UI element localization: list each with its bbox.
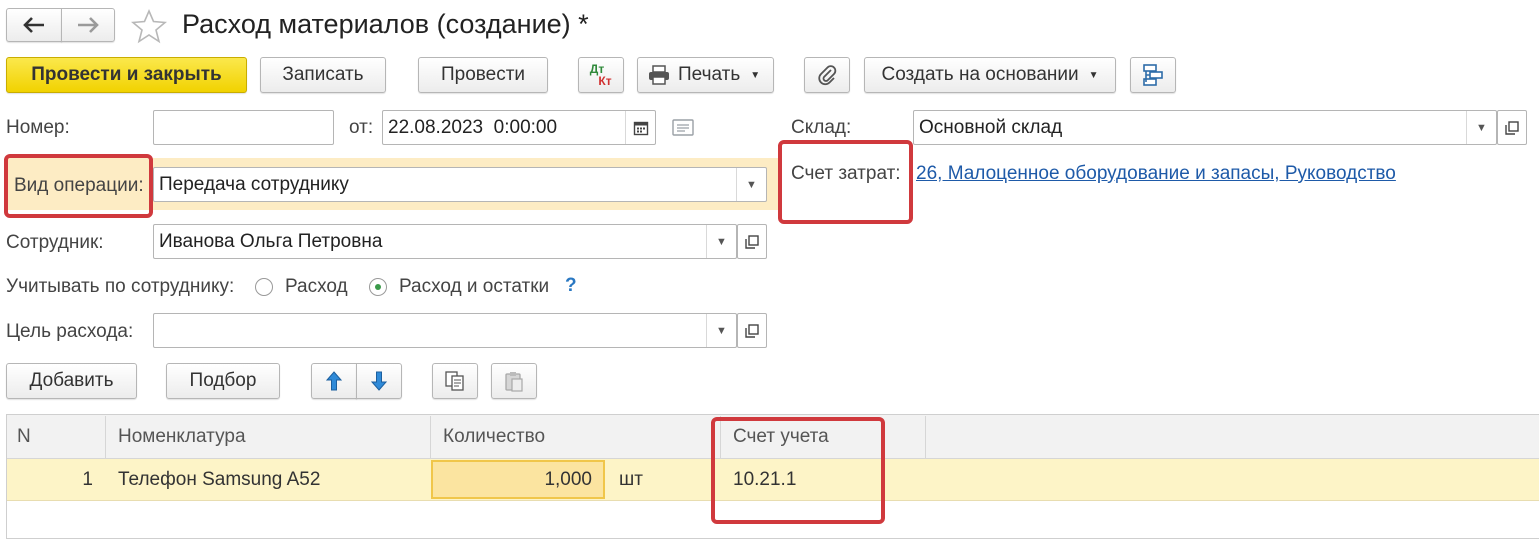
cell-unit: шт bbox=[619, 468, 643, 490]
pick-button[interactable]: Подбор bbox=[166, 363, 280, 399]
radio-expense-label[interactable]: Расход bbox=[285, 276, 348, 298]
window-title: Расход материалов (создание) * bbox=[182, 9, 589, 39]
date-value: 22.08.2023 0:00:00 bbox=[388, 116, 558, 138]
employee-label: Сотрудник: bbox=[6, 232, 104, 253]
add-row-button[interactable]: Добавить bbox=[6, 363, 137, 399]
structure-button[interactable] bbox=[1130, 57, 1176, 93]
purpose-select[interactable]: ▼ bbox=[153, 313, 737, 348]
post-and-close-button[interactable]: Провести и закрыть bbox=[6, 57, 247, 93]
account-by-employee-label: Учитывать по сотруднику: bbox=[6, 276, 235, 297]
chevron-down-icon[interactable]: ▼ bbox=[706, 225, 736, 258]
post-button[interactable]: Провести bbox=[418, 57, 548, 93]
arrow-right-icon bbox=[78, 17, 99, 33]
help-icon[interactable]: ? bbox=[565, 275, 577, 297]
warehouse-open-button[interactable] bbox=[1497, 110, 1527, 145]
radio-expense-balance[interactable] bbox=[369, 278, 387, 296]
save-button[interactable]: Записать bbox=[260, 57, 386, 93]
cost-account-label: Счет затрат: bbox=[791, 163, 901, 184]
cell-item: Телефон Samsung A52 bbox=[118, 468, 321, 490]
chevron-down-icon: ▼ bbox=[1088, 69, 1099, 81]
dt-kt-icon-kt: Кт bbox=[598, 74, 612, 88]
column-header-account[interactable]: Счет учета bbox=[721, 416, 926, 458]
cell-account: 10.21.1 bbox=[733, 468, 797, 490]
cell-qty[interactable]: 1,000 bbox=[431, 460, 605, 499]
attach-button[interactable] bbox=[804, 57, 850, 93]
print-button[interactable]: Печать ▼ bbox=[637, 57, 774, 93]
column-header-item[interactable]: Номенклатура bbox=[106, 416, 431, 458]
employee-select[interactable]: Иванова Ольга Петровна ▼ bbox=[153, 224, 737, 259]
forward-button[interactable] bbox=[61, 8, 115, 42]
paste-button[interactable] bbox=[491, 363, 537, 399]
arrow-down-icon bbox=[371, 371, 387, 391]
dt-kt-button[interactable]: Дт Кт bbox=[578, 57, 624, 93]
number-label: Номер: bbox=[6, 117, 70, 138]
create-based-on-label: Создать на основании bbox=[881, 64, 1079, 85]
chevron-down-icon: ▼ bbox=[750, 69, 761, 81]
operation-select[interactable]: Передача сотруднику ▼ bbox=[153, 167, 767, 202]
operation-label: Вид операции: bbox=[14, 175, 144, 196]
chevron-down-icon[interactable]: ▼ bbox=[1466, 111, 1496, 144]
radio-expense-balance-label[interactable]: Расход и остатки bbox=[399, 276, 549, 298]
warehouse-select[interactable]: Основной склад ▼ bbox=[913, 110, 1497, 145]
move-down-button[interactable] bbox=[356, 363, 402, 399]
number-input[interactable] bbox=[153, 110, 334, 145]
chevron-down-icon[interactable]: ▼ bbox=[736, 168, 766, 201]
open-window-icon bbox=[1505, 120, 1519, 135]
radio-expense[interactable] bbox=[255, 278, 273, 296]
operation-value: Передача сотруднику bbox=[159, 173, 349, 195]
warehouse-label: Склад: bbox=[791, 117, 852, 138]
favorite-star-icon[interactable] bbox=[130, 8, 168, 44]
employee-value: Иванова Ольга Петровна bbox=[159, 230, 383, 252]
paperclip-icon bbox=[818, 65, 837, 86]
copy-button[interactable] bbox=[432, 363, 478, 399]
print-button-label: Печать bbox=[678, 64, 741, 85]
purpose-label: Цель расхода: bbox=[6, 321, 134, 342]
cost-account-link[interactable]: 26, Малоценное оборудование и запасы, Ру… bbox=[916, 163, 1396, 185]
column-header-n[interactable]: N bbox=[7, 416, 106, 458]
back-button[interactable] bbox=[6, 8, 62, 42]
purpose-open-button[interactable] bbox=[737, 313, 767, 348]
column-header-qty[interactable]: Количество bbox=[431, 416, 721, 458]
warehouse-value: Основной склад bbox=[919, 116, 1063, 138]
date-label: от: bbox=[349, 117, 374, 138]
move-up-button[interactable] bbox=[311, 363, 357, 399]
open-window-icon bbox=[745, 323, 759, 338]
arrow-up-icon bbox=[326, 371, 342, 391]
employee-open-button[interactable] bbox=[737, 224, 767, 259]
cell-n: 1 bbox=[82, 468, 93, 490]
date-input[interactable]: 22.08.2023 0:00:00 bbox=[382, 110, 656, 145]
calendar-icon bbox=[633, 121, 648, 135]
create-based-on-button[interactable]: Создать на основании ▼ bbox=[864, 57, 1116, 93]
printer-icon bbox=[649, 65, 669, 85]
paste-icon bbox=[505, 372, 523, 392]
arrow-left-icon bbox=[23, 17, 44, 33]
open-window-icon bbox=[745, 234, 759, 249]
comment-icon[interactable] bbox=[672, 118, 694, 144]
document-structure-icon bbox=[1143, 64, 1163, 86]
calendar-button[interactable] bbox=[625, 111, 655, 144]
copy-icon bbox=[445, 371, 464, 391]
chevron-down-icon[interactable]: ▼ bbox=[706, 314, 736, 347]
